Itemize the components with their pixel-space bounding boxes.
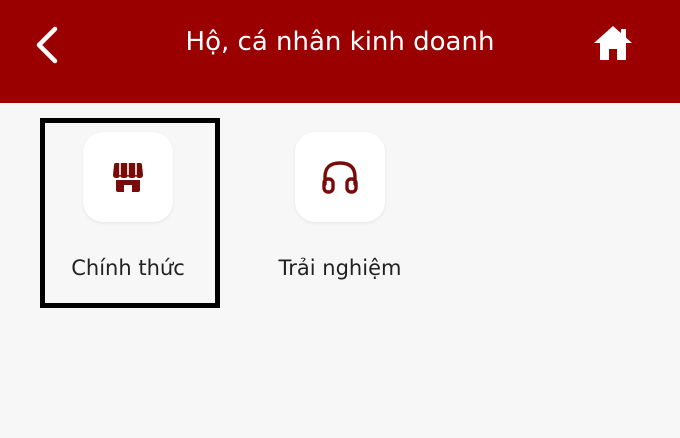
option-trial-label: Trải nghiệm [278, 256, 402, 280]
home-button[interactable] [586, 18, 640, 68]
page-title: Hộ, cá nhân kinh doanh [185, 27, 495, 57]
option-official-icon-box [83, 132, 173, 222]
back-button[interactable] [22, 20, 72, 70]
app-header: Hộ, cá nhân kinh doanh [0, 0, 680, 103]
chevron-left-icon [36, 26, 58, 64]
store-icon [113, 163, 143, 192]
option-official-label: Chính thức [71, 256, 185, 280]
headphones-icon [322, 161, 358, 194]
home-icon [594, 26, 632, 60]
option-trial-icon-box [295, 132, 385, 222]
